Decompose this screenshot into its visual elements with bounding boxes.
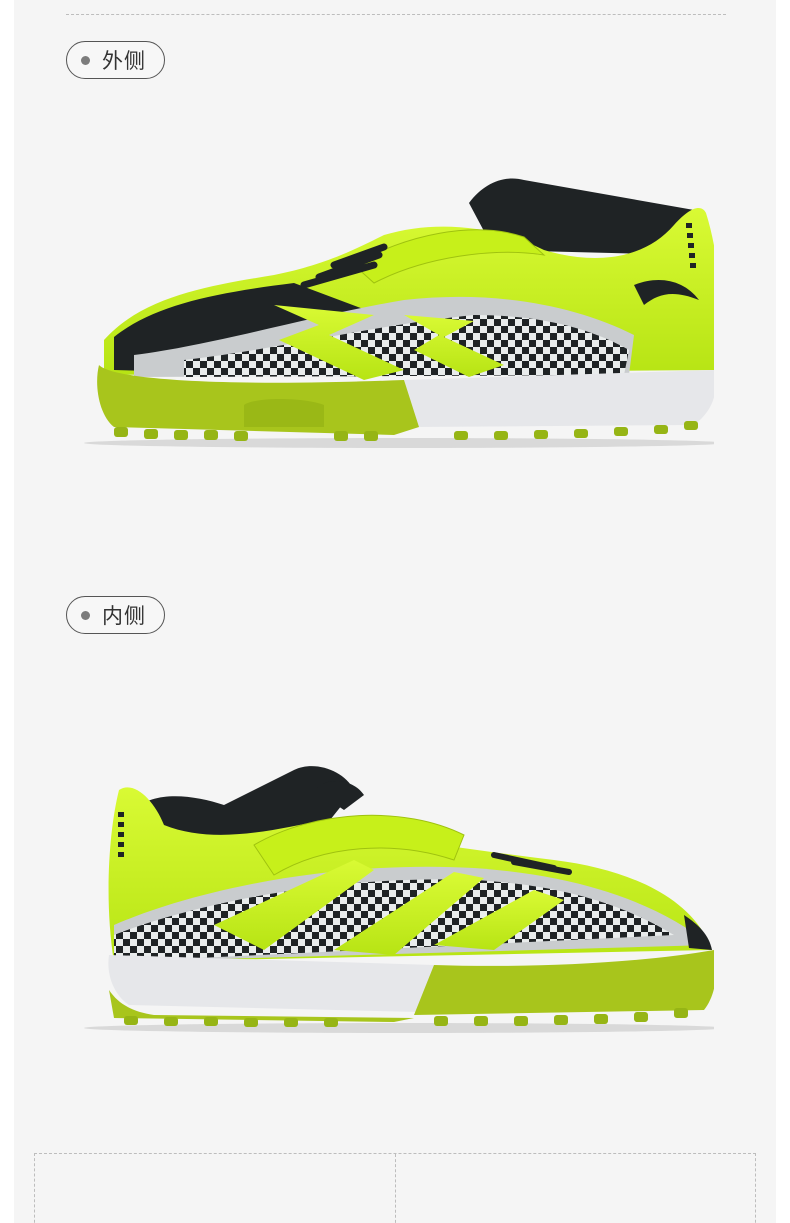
shoe-inner-image xyxy=(84,766,714,1033)
outer-view-label: 外侧 xyxy=(66,41,165,79)
inner-view-label-text: 内侧 xyxy=(102,604,146,628)
inner-view-label: 内侧 xyxy=(66,596,165,634)
product-detail-page: 外侧 内侧 xyxy=(14,0,776,1223)
grid-divider xyxy=(395,1154,396,1223)
dot-icon xyxy=(81,610,90,620)
outer-view-label-text: 外侧 xyxy=(102,49,146,73)
top-divider xyxy=(66,14,726,15)
shoe-outer-image xyxy=(84,178,714,448)
bottom-dashed-grid xyxy=(34,1153,756,1223)
dot-icon xyxy=(81,55,90,65)
